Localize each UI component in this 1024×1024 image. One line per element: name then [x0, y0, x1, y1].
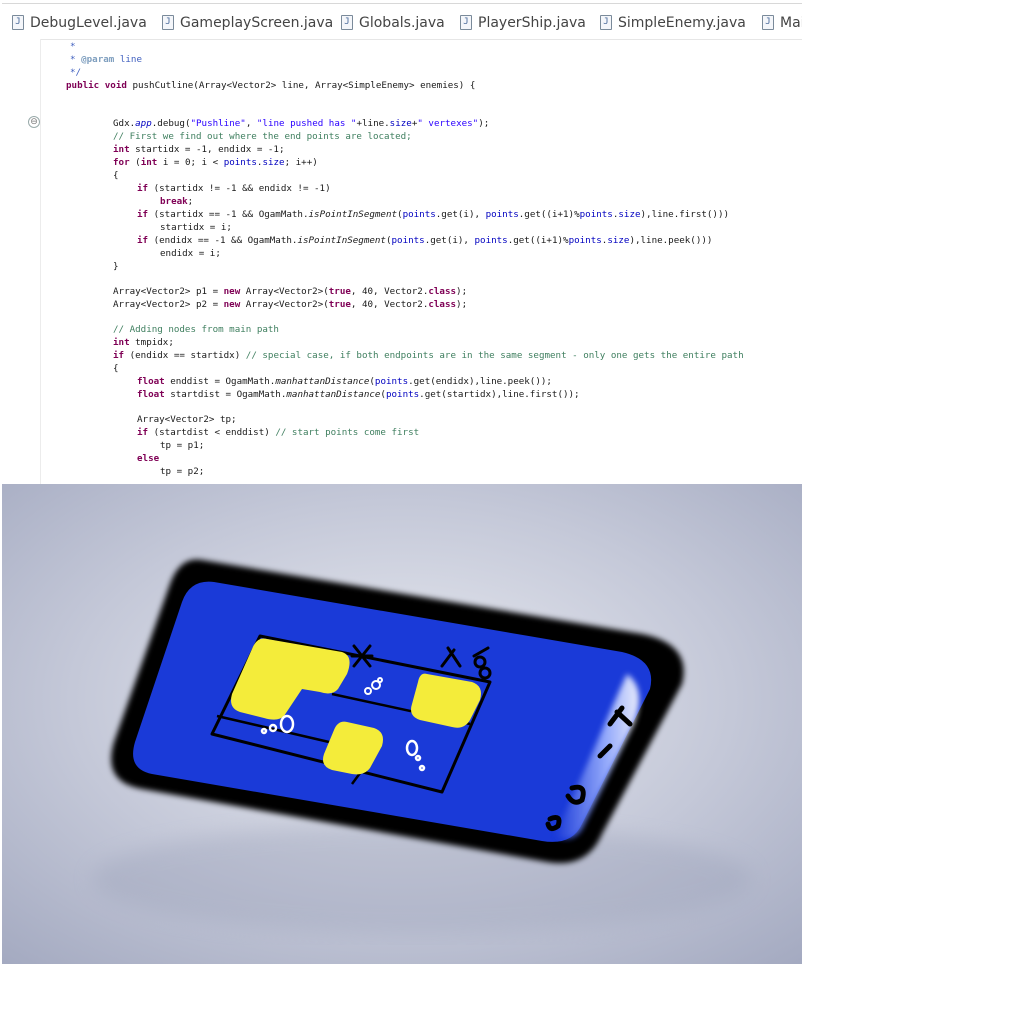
code-line: for (int i = 0; i < points.size; i++) [113, 157, 318, 168]
code-comment: // First we find out where the end point… [113, 131, 412, 142]
code-line: tp = p2; [160, 466, 205, 477]
sketch-canvas [2, 484, 802, 964]
code-line: */ [70, 67, 82, 78]
code-line: { [113, 170, 119, 181]
code-line: float enddist = OgamMath.manhattanDistan… [137, 376, 552, 387]
code-line: if (startidx != -1 && endidx != -1) [137, 183, 331, 194]
code-line: * @param line [70, 54, 142, 65]
code-line: if (startidx == -1 && OgamMath.isPointIn… [137, 209, 730, 220]
code-line: startidx = i; [160, 222, 232, 233]
code-line: int startidx = -1, endidx = -1; [113, 144, 285, 155]
code-editor: J DebugLevel.java J GameplayScreen.java … [2, 3, 802, 484]
code-line: int tmpidx; [113, 337, 174, 348]
code-line: float startdist = OgamMath.manhattanDist… [137, 389, 580, 400]
code-line: Array<Vector2> p2 = new Array<Vector2>(t… [113, 299, 468, 310]
code-line: endidx = i; [160, 248, 221, 259]
code-line: Array<Vector2> p1 = new Array<Vector2>(t… [113, 286, 468, 297]
code-line: { [113, 363, 119, 374]
code-line: Gdx.app.debug("Pushline", "line pushed h… [113, 118, 490, 129]
code-line: if (endidx == startidx) // special case,… [113, 350, 744, 361]
code-line: } [113, 261, 119, 272]
code-line: if (startdist < enddist) // start points… [137, 427, 420, 438]
phone-shadow [92, 824, 752, 934]
code-comment: // Adding nodes from main path [113, 324, 279, 335]
code-area[interactable]: * * @param line */ public void pushCutli… [2, 4, 802, 484]
code-line: tp = p1; [160, 440, 205, 451]
code-line: if (endidx == -1 && OgamMath.isPointInSe… [137, 235, 713, 246]
game-concept-sketch [2, 484, 802, 964]
code-line: public void pushCutline(Array<Vector2> l… [66, 80, 476, 91]
code-line: else [137, 453, 160, 464]
code-line: break; [160, 196, 194, 207]
code-line: * [70, 41, 76, 52]
code-line: Array<Vector2> tp; [137, 414, 237, 425]
